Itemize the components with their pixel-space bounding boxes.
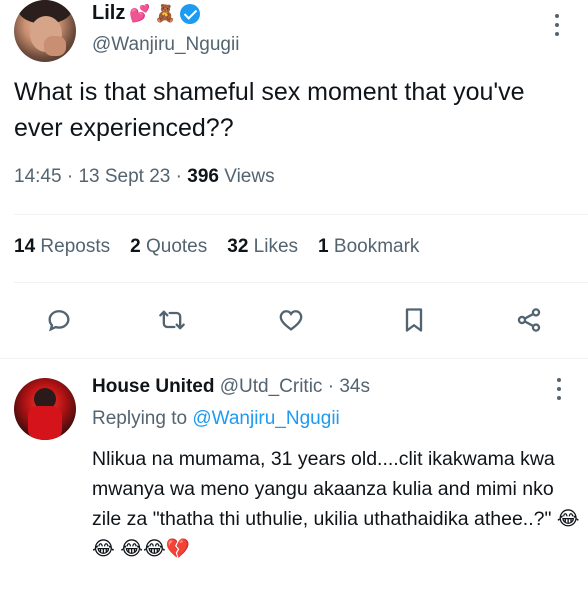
- tweet-time[interactable]: 14:45: [14, 166, 62, 187]
- divider: [0, 358, 588, 359]
- hearts-emoji: 💕: [129, 3, 151, 23]
- views-label: Views: [224, 166, 275, 187]
- more-options-icon[interactable]: [549, 12, 565, 38]
- reply-text: Nlikua na mumama, 31 years old....clit i…: [92, 448, 580, 560]
- quotes-stat[interactable]: 2 Quotes: [130, 236, 207, 258]
- reply-icon[interactable]: [39, 300, 79, 340]
- reply-header: House United @Utd_Critic · 34s: [92, 376, 370, 397]
- repost-icon[interactable]: [152, 300, 192, 340]
- views-count: 396: [187, 166, 219, 187]
- engagement-stats: 14 Reposts 2 Quotes 32 Likes 1 Bookmark: [14, 236, 419, 258]
- divider: [14, 214, 588, 215]
- reply-time[interactable]: 34s: [339, 376, 370, 397]
- action-bar: [0, 300, 588, 340]
- bookmarks-stat[interactable]: 1 Bookmark: [318, 236, 419, 258]
- avatar[interactable]: [14, 0, 76, 62]
- author-handle[interactable]: @Utd_Critic: [220, 376, 323, 397]
- verified-badge-icon[interactable]: [179, 3, 200, 24]
- divider: [14, 282, 588, 283]
- author-name-row[interactable]: Lilz 💕 🧸: [92, 2, 200, 25]
- teddy-bear-emoji: 🧸: [154, 3, 176, 23]
- display-name[interactable]: House United: [92, 376, 214, 397]
- avatar[interactable]: [14, 378, 76, 440]
- tweet-date[interactable]: 13 Sept 23: [78, 166, 170, 187]
- share-icon[interactable]: [509, 300, 549, 340]
- tweet-meta: 14:45 · 13 Sept 23 · 396 Views: [14, 166, 275, 187]
- like-icon[interactable]: [271, 300, 311, 340]
- replying-to-handle[interactable]: @Wanjiru_Ngugii: [192, 408, 339, 429]
- author-handle[interactable]: @Wanjiru_Ngugii: [92, 34, 239, 56]
- more-options-icon[interactable]: [551, 376, 567, 402]
- tweet-text: What is that shameful sex moment that yo…: [14, 78, 525, 142]
- replying-to: Replying to @Wanjiru_Ngugii: [92, 408, 340, 429]
- bookmark-icon[interactable]: [394, 300, 434, 340]
- display-name[interactable]: Lilz: [92, 2, 125, 25]
- reposts-stat[interactable]: 14 Reposts: [14, 236, 110, 258]
- likes-stat[interactable]: 32 Likes: [227, 236, 298, 258]
